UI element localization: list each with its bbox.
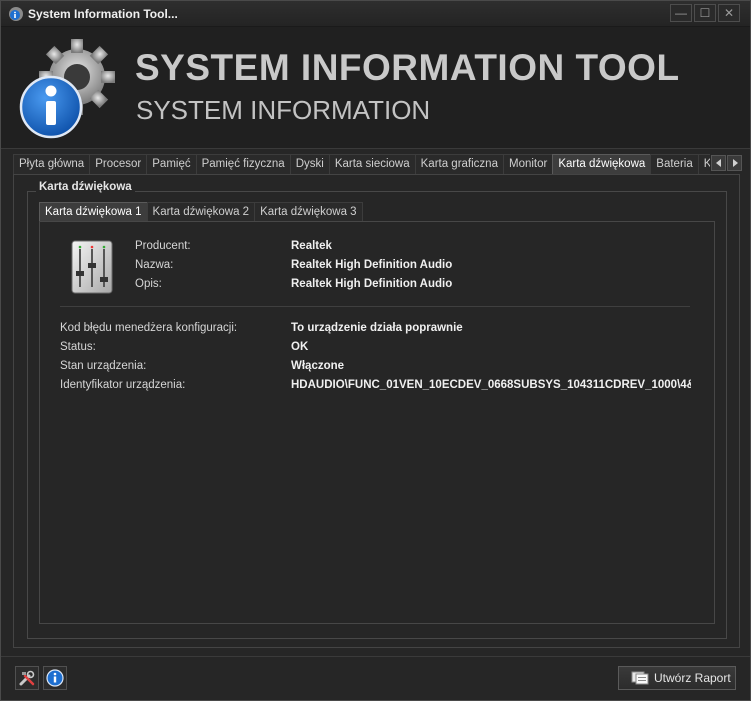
description-label: Opis: xyxy=(135,278,162,290)
producer-value: Realtek xyxy=(291,240,332,252)
app-info-icon xyxy=(9,7,23,21)
tab-plyta-glowna[interactable]: Płyta główna xyxy=(13,154,91,174)
error-code-label: Kod błędu menedżera konfiguracji: xyxy=(60,322,238,334)
tools-button[interactable] xyxy=(15,666,39,690)
group-legend: Karta dźwiękowa xyxy=(36,181,135,193)
device-id-value: HDAUDIO\FUNC_01VEN_10ECDEV_0668SUBSYS_10… xyxy=(291,379,691,391)
device-state-value: Włączone xyxy=(291,360,345,372)
tab-karta-sieciowa[interactable]: Karta sieciowa xyxy=(328,154,416,174)
tab-pamiec-fizyczna[interactable]: Pamięć fizyczna xyxy=(195,154,291,174)
error-code-value: To urządzenie działa poprawnie xyxy=(291,322,463,334)
subtab-karta-dzwiekowa-1[interactable]: Karta dźwiękowa 1 xyxy=(39,202,148,222)
title-bar[interactable]: System Information Tool... — ☐ ✕ xyxy=(1,1,750,27)
arrow-right-icon xyxy=(732,159,738,167)
tab-bateria[interactable]: Bateria xyxy=(650,154,699,174)
app-window: System Information Tool... — ☐ ✕ SYSTEM … xyxy=(0,0,751,701)
footer-divider xyxy=(1,656,750,657)
details-divider xyxy=(60,306,690,307)
info-icon xyxy=(46,669,64,687)
device-id-label: Identyfikator urządzenia: xyxy=(60,379,186,391)
app-header: SYSTEM INFORMATION TOOL SYSTEM INFORMATI… xyxy=(1,27,750,149)
status-label: Status: xyxy=(60,341,96,353)
tab-scroll-left-button[interactable] xyxy=(711,155,726,171)
report-document-icon xyxy=(631,671,649,685)
device-state-label: Stan urządzenia: xyxy=(60,360,147,372)
window-controls: — ☐ ✕ xyxy=(670,4,740,22)
tab-procesor[interactable]: Procesor xyxy=(89,154,148,174)
maximize-button[interactable]: ☐ xyxy=(694,4,716,22)
subtab-karta-dzwiekowa-3[interactable]: Karta dźwiękowa 3 xyxy=(254,202,363,222)
tab-karta-graficzna[interactable]: Karta graficzna xyxy=(414,154,504,174)
subtab-karta-dzwiekowa-2[interactable]: Karta dźwiękowa 2 xyxy=(146,202,256,222)
gear-info-logo-icon xyxy=(19,39,115,139)
tab-pamiec[interactable]: Pamięć xyxy=(146,154,197,174)
tab-scroll-right-button[interactable] xyxy=(727,155,742,171)
minimize-button[interactable]: — xyxy=(670,4,692,22)
description-value: Realtek High Definition Audio xyxy=(291,278,453,290)
main-tabs: Płyta główna Procesor Pamięć Pamięć fizy… xyxy=(13,154,710,174)
name-label: Nazwa: xyxy=(135,259,174,271)
tab-klawiatura[interactable]: Klawiat xyxy=(697,154,710,174)
header-subtitle: SYSTEM INFORMATION xyxy=(136,95,431,125)
arrow-left-icon xyxy=(715,159,721,167)
create-report-button[interactable]: Utwórz Raport xyxy=(618,666,736,690)
tools-icon xyxy=(19,670,35,686)
producer-label: Producent: xyxy=(135,240,191,252)
close-button[interactable]: ✕ xyxy=(718,4,740,22)
audio-mixer-icon xyxy=(71,240,113,294)
sound-card-subtabs: Karta dźwiękowa 1 Karta dźwiękowa 2 Kart… xyxy=(39,202,363,222)
name-value: Realtek High Definition Audio xyxy=(291,259,453,271)
tab-monitor[interactable]: Monitor xyxy=(502,154,554,174)
tab-dyski[interactable]: Dyski xyxy=(289,154,330,174)
create-report-label: Utwórz Raport xyxy=(654,671,731,685)
tab-karta-dzwiekowa[interactable]: Karta dźwiękowa xyxy=(552,154,652,174)
header-title: SYSTEM INFORMATION TOOL xyxy=(135,47,680,88)
status-value: OK xyxy=(291,341,309,353)
window-title: System Information Tool... xyxy=(28,7,178,21)
about-button[interactable] xyxy=(43,666,67,690)
